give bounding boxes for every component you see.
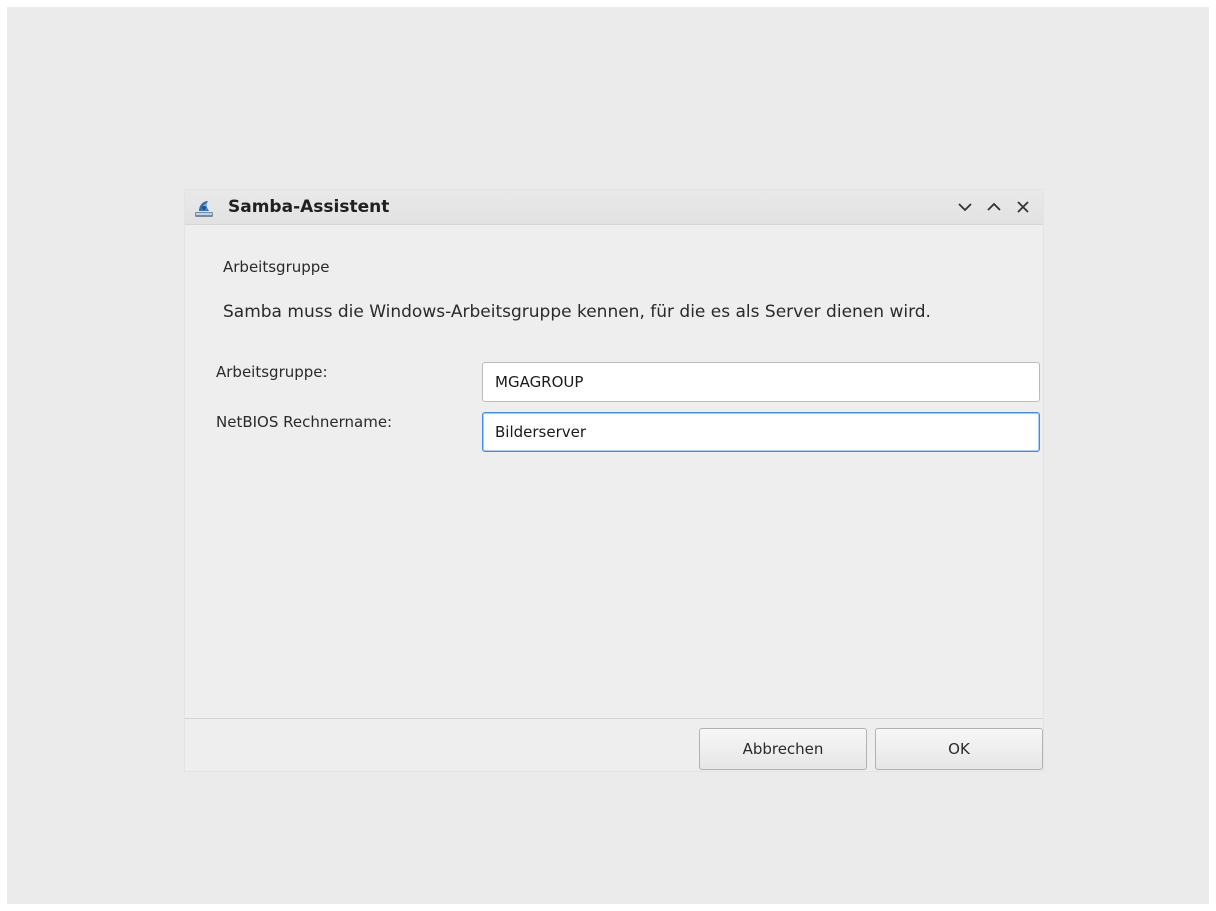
samba-wizard-dialog: Samba-Assistent Arbeitsgruppe Samba muss…	[185, 190, 1043, 771]
ok-button[interactable]: OK	[875, 728, 1043, 770]
page-heading: Arbeitsgruppe	[223, 258, 330, 276]
page-description: Samba muss die Windows-Arbeitsgruppe ken…	[223, 302, 931, 322]
close-icon[interactable]	[1014, 198, 1032, 216]
workgroup-label: Arbeitsgruppe:	[216, 363, 328, 381]
window-title: Samba-Assistent	[228, 197, 390, 217]
cancel-button[interactable]: Abbrechen	[699, 728, 867, 770]
maximize-icon[interactable]	[985, 198, 1003, 216]
title-bar[interactable]: Samba-Assistent	[185, 190, 1043, 225]
workgroup-input[interactable]	[482, 362, 1040, 402]
minimize-icon[interactable]	[956, 198, 974, 216]
netbios-name-input[interactable]	[482, 412, 1040, 452]
samba-icon	[195, 201, 213, 217]
button-separator	[185, 718, 1043, 719]
netbios-name-label: NetBIOS Rechnername:	[216, 413, 393, 431]
